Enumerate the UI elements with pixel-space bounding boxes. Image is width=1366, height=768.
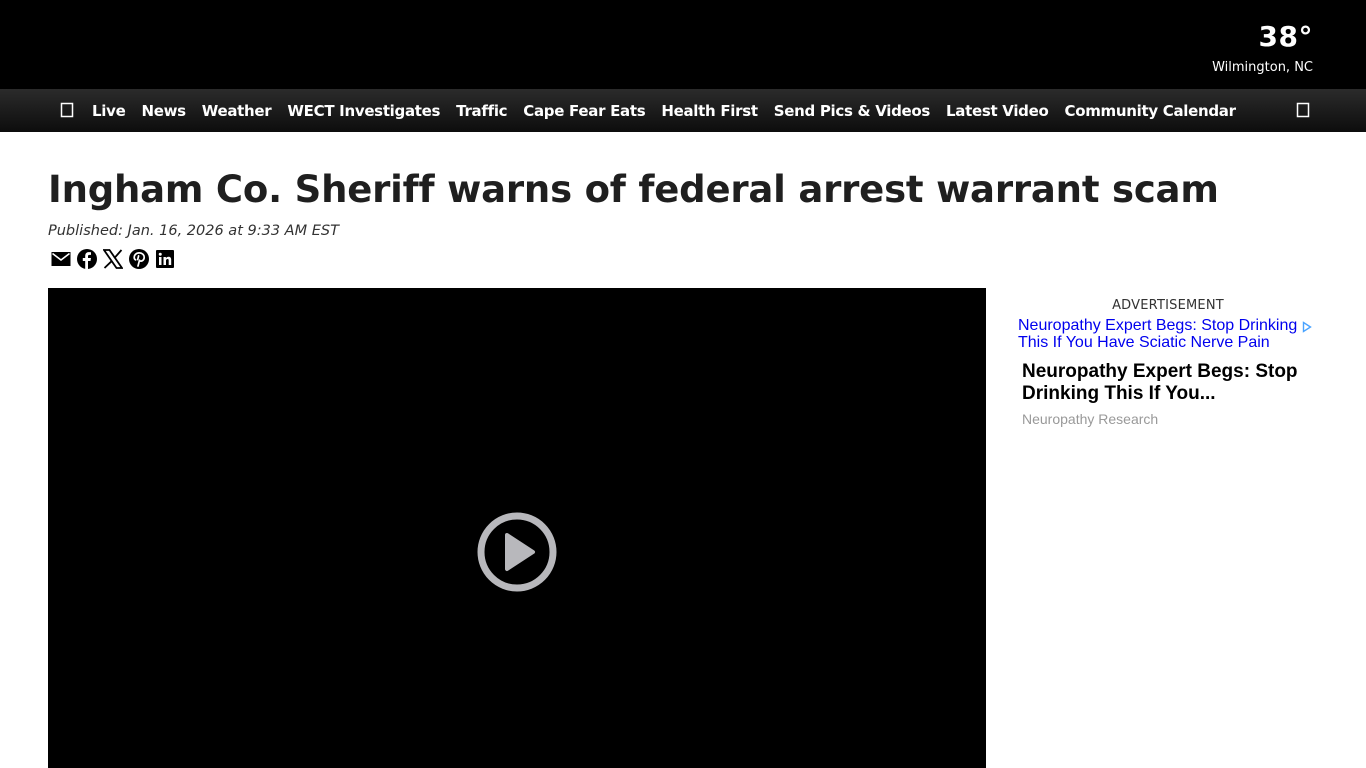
ad-source: Neuropathy Research bbox=[1022, 411, 1159, 427]
nav-item-weather[interactable]: Weather bbox=[202, 102, 272, 120]
nav-item-latest-video[interactable]: Latest Video bbox=[946, 102, 1049, 120]
nav-item-send-pics-videos[interactable]: Send Pics & Videos bbox=[774, 102, 931, 120]
nav-item-community-calendar[interactable]: Community Calendar bbox=[1065, 102, 1237, 120]
video-player[interactable] bbox=[48, 288, 986, 768]
nav-items: Live News Weather WECT Investigates Traf… bbox=[92, 89, 1252, 132]
published-date: Published: Jan. 16, 2026 at 9:33 AM EST bbox=[48, 223, 339, 239]
share-bar bbox=[50, 248, 180, 270]
nav-item-news[interactable]: News bbox=[141, 102, 186, 120]
facebook-icon[interactable] bbox=[76, 248, 98, 270]
ad-choices-icon[interactable] bbox=[1302, 318, 1312, 333]
ad-title[interactable]: Neuropathy Expert Begs: Stop Drinking Th… bbox=[1022, 361, 1320, 405]
nav-item-health-first[interactable]: Health First bbox=[661, 102, 758, 120]
advertisement: ADVERTISEMENT Neuropathy Expert Begs: St… bbox=[1016, 298, 1320, 427]
linkedin-icon[interactable] bbox=[154, 248, 176, 270]
weather-temperature: 38° bbox=[1258, 20, 1313, 53]
article-headline: Ingham Co. Sheriff warns of federal arre… bbox=[48, 168, 1219, 211]
nav-item-wect-investigates[interactable]: WECT Investigates bbox=[287, 102, 440, 120]
weather-widget[interactable]: 38° Wilmington, NC bbox=[1212, 20, 1313, 76]
play-icon[interactable] bbox=[476, 511, 558, 593]
nav-item-live[interactable]: Live bbox=[92, 102, 126, 120]
site-header: 38° Wilmington, NC bbox=[0, 0, 1366, 89]
main-nav: Live News Weather WECT Investigates Traf… bbox=[0, 89, 1366, 132]
x-icon[interactable] bbox=[102, 248, 124, 270]
weather-location: Wilmington, NC bbox=[1212, 60, 1313, 75]
search-icon[interactable] bbox=[1296, 101, 1310, 119]
ad-label: ADVERTISEMENT bbox=[1112, 298, 1224, 313]
hamburger-icon[interactable] bbox=[60, 101, 74, 119]
ad-image-link[interactable]: Neuropathy Expert Begs: Stop Drinking Th… bbox=[1018, 317, 1318, 351]
nav-item-traffic[interactable]: Traffic bbox=[456, 102, 507, 120]
email-icon[interactable] bbox=[50, 248, 72, 270]
nav-item-cape-fear-eats[interactable]: Cape Fear Eats bbox=[523, 102, 645, 120]
pinterest-icon[interactable] bbox=[128, 248, 150, 270]
